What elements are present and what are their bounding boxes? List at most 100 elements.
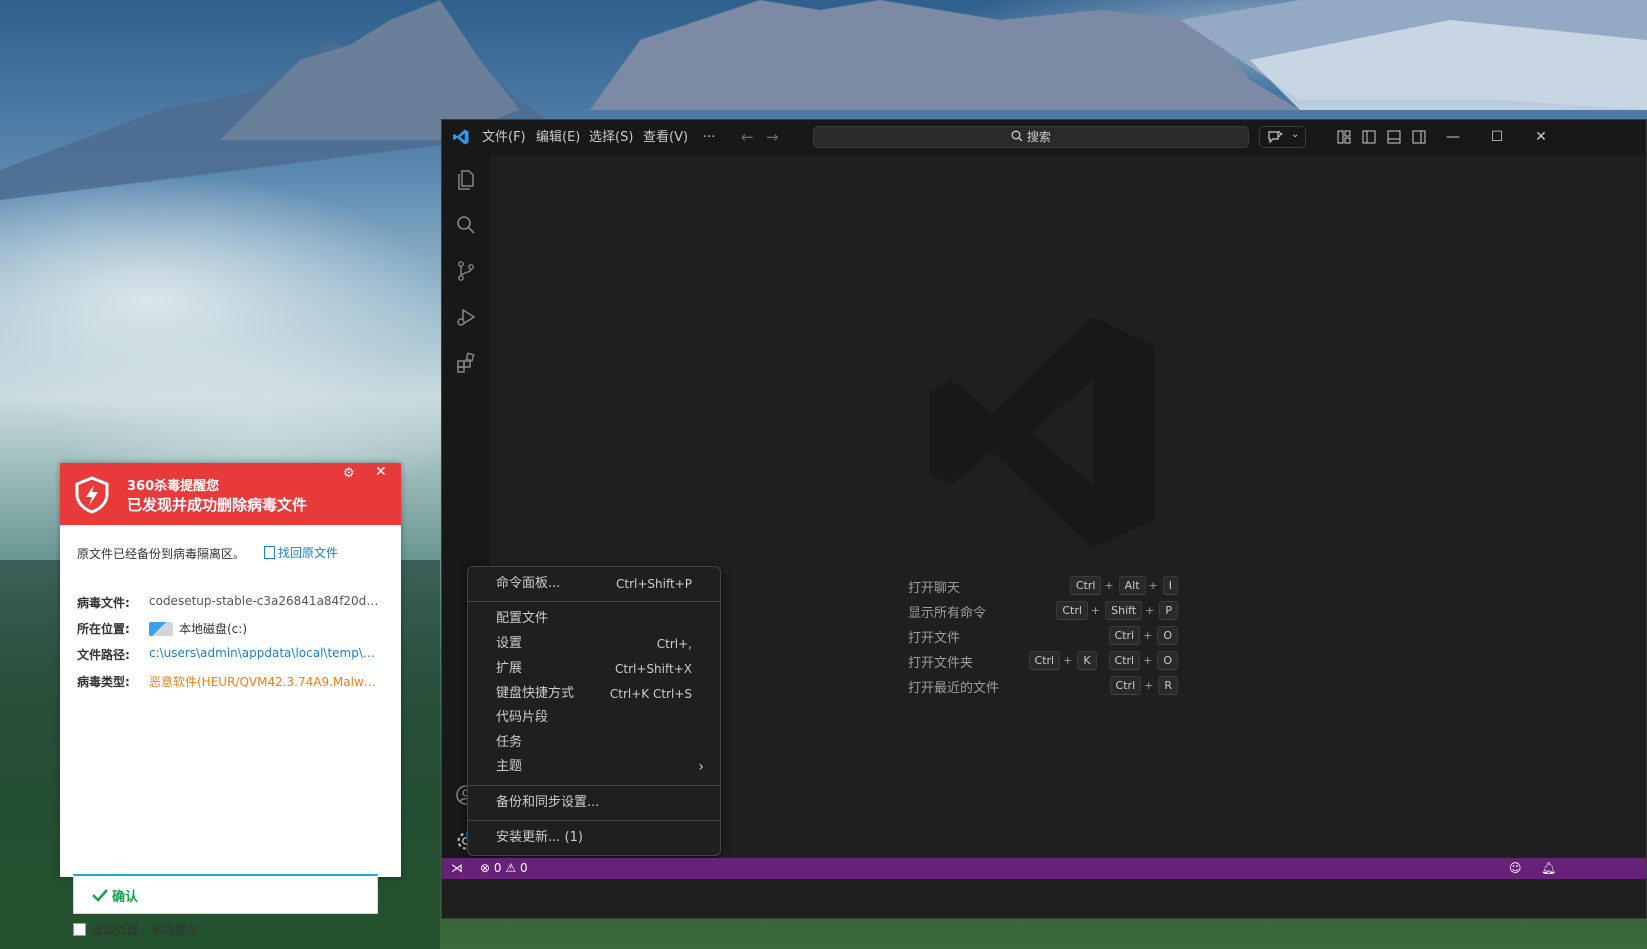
menu-item-extensions[interactable]: 扩展 Ctrl+Shift+X [468,657,720,681]
shortcut-keys: Ctrl + Shift + P [1054,601,1178,620]
command-center-search[interactable]: 搜索 [813,126,1249,148]
menu-item-settings[interactable]: 设置 Ctrl+, [468,632,720,656]
confirm-button[interactable]: 确认 [73,874,378,914]
settings-gear-icon[interactable]: ⚙ [343,466,355,481]
copilot-status-icon[interactable]: ☺ [1509,858,1522,879]
key: I [1162,576,1178,595]
key: P [1159,601,1178,620]
close-icon[interactable]: ✕ [375,464,387,480]
shortcut-label: 打开文件夹 [908,656,974,671]
remote-indicator-icon[interactable]: ⋊ [451,858,463,879]
field-value[interactable]: c:\users\admin\appdata\local\temp\v... [149,646,379,660]
menu-item-label: 配置文件 [496,611,549,626]
copilot-button[interactable]: ⌄ [1259,126,1306,148]
key-plus: + [1090,604,1101,617]
key-plus: + [1145,604,1155,617]
problems-indicator[interactable]: ⊗ 0 ⚠ 0 [480,858,528,879]
chat-sparkle-icon [1268,130,1283,144]
shortcut-keys: Ctrl + R [1108,676,1178,695]
vscode-logo-icon [453,129,469,145]
menu-selection[interactable]: 选择(S) [589,120,633,155]
vscode-watermark-logo [929,317,1156,548]
customize-layout-icon[interactable] [1336,129,1352,145]
minimize-button[interactable]: — [1431,120,1475,155]
checkbox[interactable] [73,923,86,936]
field-label: 文件路径: [77,648,130,662]
popup-header: 360杀毒提醒您 已发现并成功删除病毒文件 ⚙ ✕ [60,463,401,525]
shortcut-open-file: 打开文件 Ctrl + O [908,623,1178,648]
menu-item-tasks[interactable]: 任务 [468,731,720,755]
menu-item-keyboard-shortcuts[interactable]: 键盘快捷方式 Ctrl+K Ctrl+S [468,682,720,706]
shortcut-keys: Ctrl + K Ctrl + O [1027,651,1178,670]
extensions-icon[interactable] [454,351,478,375]
menu-item-backup-sync[interactable]: 备份和同步设置... [468,791,720,815]
key: Ctrl [1056,601,1088,620]
menu-more[interactable]: ··· [703,120,715,155]
menu-item-command-palette[interactable]: 命令面板... Ctrl+Shift+P [468,572,720,596]
source-control-icon[interactable] [454,259,478,283]
key: K [1077,651,1097,670]
run-debug-icon[interactable] [454,305,478,329]
shield-icon [75,476,109,514]
menu-separator [468,601,720,602]
field-value: 恶意软件(HEUR/QVM42.3.74A9.Malware... [149,675,379,689]
search-placeholder: 搜索 [1026,130,1051,144]
forward-arrow-icon[interactable]: → [766,128,779,146]
key: Ctrl [1109,676,1142,695]
manage-context-menu: 命令面板... Ctrl+Shift+P 配置文件 设置 Ctrl+, 扩展 Ctrl… [467,566,721,856]
field-value: codesetup-stable-c3a26841a84f20dfe085 [149,594,379,608]
menu-separator [468,785,720,786]
auto-handle-label: 自动处理，不再提示 [91,923,200,937]
auto-handle-checkbox[interactable]: 自动处理，不再提示 [73,921,199,938]
menu-file[interactable]: 文件(F) [482,120,526,155]
toggle-secondary-sidebar-icon[interactable] [1411,129,1427,145]
menu-item-shortcut: Ctrl+Shift+X [615,662,692,676]
menu-item-snippets[interactable]: 代码片段 [468,706,720,730]
key: Ctrl [1028,651,1061,670]
chevron-down-icon: ⌄ [1291,129,1300,140]
warning-count: 0 [519,861,528,875]
menu-item-profiles[interactable]: 配置文件 [468,607,720,631]
menu-item-themes[interactable]: 主题 › [468,755,720,779]
toggle-panel-icon[interactable] [1386,129,1402,145]
drive-icon [149,622,173,636]
shortcut-label: 打开最近的文件 [908,681,1000,696]
maximize-button[interactable]: ☐ [1475,120,1519,155]
shortcut-open-folder: 打开文件夹 Ctrl + K Ctrl + O [908,648,1178,673]
menu-separator [468,820,720,821]
back-arrow-icon[interactable]: ← [741,128,754,146]
field-value: 本地磁盘(c:) [149,620,379,637]
restore-link-label: 找回原文件 [278,546,339,560]
shortcut-label: 显示所有命令 [908,606,987,621]
location-value: 本地磁盘(c:) [179,622,248,636]
chevron-right-icon: › [698,759,704,775]
notifications-bell-icon[interactable]: 🔔︎ [1541,858,1556,879]
menu-view[interactable]: 查看(V) [643,120,688,155]
menu-item-install-update[interactable]: 安装更新... (1) [468,826,720,850]
toggle-primary-sidebar-icon[interactable] [1361,129,1377,145]
key: R [1158,676,1178,695]
field-label: 病毒文件: [77,596,130,610]
restore-file-link[interactable]: 找回原文件 [264,544,338,561]
search-view-icon[interactable] [454,213,478,237]
key: O [1157,651,1178,670]
key-plus: + [1104,579,1114,592]
error-count: 0 [493,861,502,875]
key-plus: + [1144,679,1154,692]
menu-item-label: 安装更新... (1) [496,830,583,845]
key: Shift [1105,601,1143,620]
menu-item-label: 键盘快捷方式 [496,686,575,701]
menu-edit[interactable]: 编辑(E) [536,120,580,155]
field-label: 病毒类型: [77,675,130,689]
explorer-icon[interactable] [454,167,478,191]
menu-item-shortcut: Ctrl+K Ctrl+S [609,687,692,701]
shortcut-keys: Ctrl + Alt + I [1068,576,1178,595]
close-window-button[interactable]: ✕ [1519,120,1563,155]
menu-item-label: 代码片段 [496,710,549,725]
key: Alt [1118,576,1146,595]
menu-item-label: 任务 [496,735,523,750]
shortcut-open-recent: 打开最近的文件 Ctrl + R [908,673,1178,698]
document-icon [264,546,275,559]
warning-icon: ⚠ [505,861,517,875]
menu-item-label: 备份和同步设置... [496,795,600,810]
